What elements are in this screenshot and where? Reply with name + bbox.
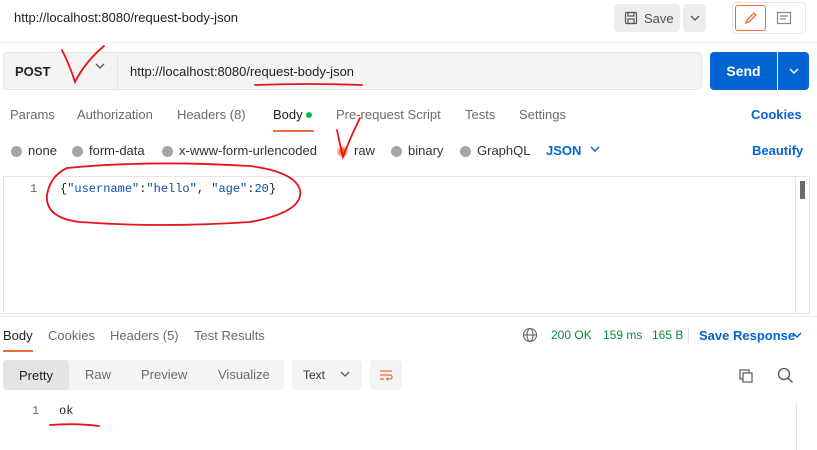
search-icon[interactable] bbox=[777, 367, 794, 384]
active-tab-underline bbox=[3, 350, 33, 352]
wrap-lines-button[interactable] bbox=[370, 360, 402, 390]
request-body-editor[interactable] bbox=[3, 176, 810, 314]
radio-label-raw[interactable]: raw bbox=[354, 143, 375, 158]
tab-tests[interactable]: Tests bbox=[465, 107, 495, 122]
radio-none[interactable] bbox=[11, 146, 22, 157]
save-icon bbox=[624, 11, 638, 25]
radio-graphql[interactable] bbox=[460, 146, 471, 157]
response-line-number: 1 bbox=[32, 404, 40, 418]
radio-raw[interactable] bbox=[337, 146, 348, 157]
editor-scroll-thumb[interactable] bbox=[800, 181, 805, 199]
comment-icon bbox=[776, 11, 791, 25]
json-value-username: "hello" bbox=[146, 182, 197, 196]
tab-body[interactable]: Body bbox=[273, 107, 303, 122]
send-button[interactable]: Send bbox=[710, 52, 777, 90]
method-select[interactable]: POST bbox=[3, 52, 118, 90]
radio-label-none[interactable]: none bbox=[28, 143, 57, 158]
save-button[interactable]: Save bbox=[614, 4, 680, 32]
tab-headers[interactable]: Headers (8) bbox=[177, 107, 246, 122]
response-size[interactable]: 165 B bbox=[652, 328, 683, 342]
method-label: POST bbox=[15, 63, 51, 79]
request-title: http://localhost:8080/request-body-json bbox=[14, 10, 239, 25]
pencil-icon bbox=[744, 12, 757, 25]
radio-form-data[interactable] bbox=[72, 146, 83, 157]
tab-pre-request-script[interactable]: Pre-request Script bbox=[336, 107, 441, 122]
wrap-icon bbox=[380, 370, 393, 381]
divider bbox=[0, 42, 817, 43]
chevron-down-icon bbox=[340, 371, 350, 377]
response-time[interactable]: 159 ms bbox=[603, 328, 642, 342]
send-options-button[interactable] bbox=[778, 52, 809, 90]
tab-settings[interactable]: Settings bbox=[519, 107, 566, 122]
copy-icon[interactable] bbox=[738, 368, 754, 384]
response-format-select[interactable]: Text bbox=[292, 360, 362, 390]
tab-authorization[interactable]: Authorization bbox=[77, 107, 153, 122]
annotation-underline-ok bbox=[49, 423, 100, 427]
divider bbox=[0, 316, 817, 317]
body-indicator-dot bbox=[306, 112, 312, 118]
view-preview[interactable]: Preview bbox=[141, 367, 187, 382]
view-visualize[interactable]: Visualize bbox=[218, 367, 270, 382]
save-options-button[interactable] bbox=[683, 4, 706, 32]
resp-tab-body[interactable]: Body bbox=[3, 328, 33, 343]
json-key-age: "age" bbox=[211, 182, 248, 196]
format-label: Text bbox=[303, 368, 326, 382]
radio-binary[interactable] bbox=[391, 146, 402, 157]
tab-params[interactable]: Params bbox=[10, 107, 55, 122]
url-text: http://localhost:8080/request-body-json bbox=[130, 63, 355, 79]
edit-mode-button[interactable] bbox=[735, 5, 766, 31]
cookies-link[interactable]: Cookies bbox=[751, 107, 802, 122]
radio-urlencoded[interactable] bbox=[162, 146, 173, 157]
chevron-down-icon bbox=[690, 15, 699, 21]
divider bbox=[688, 327, 689, 343]
active-tab-underline bbox=[273, 130, 314, 132]
globe-icon[interactable] bbox=[522, 327, 538, 343]
chevron-down-icon bbox=[792, 332, 802, 338]
radio-label-binary[interactable]: binary bbox=[408, 143, 443, 158]
beautify-link[interactable]: Beautify bbox=[752, 143, 803, 158]
radio-label-graphql[interactable]: GraphQL bbox=[477, 143, 530, 158]
response-scrollbar[interactable] bbox=[796, 403, 797, 450]
resp-tab-test-results[interactable]: Test Results bbox=[194, 328, 265, 343]
response-body-text: ok bbox=[59, 404, 74, 418]
chevron-down-icon bbox=[789, 68, 798, 74]
save-response-button[interactable]: Save Response bbox=[699, 328, 795, 343]
chevron-down-icon bbox=[95, 63, 105, 69]
comments-button[interactable] bbox=[768, 5, 799, 31]
json-value-age: 20 bbox=[254, 182, 269, 196]
format-select-json[interactable]: JSON bbox=[546, 143, 581, 158]
view-raw[interactable]: Raw bbox=[85, 367, 111, 382]
json-close-brace: } bbox=[268, 182, 277, 196]
status-code[interactable]: 200 OK bbox=[551, 328, 592, 342]
json-key-username: "username" bbox=[67, 182, 140, 196]
view-pretty[interactable]: Pretty bbox=[3, 360, 69, 390]
resp-tab-headers[interactable]: Headers (5) bbox=[110, 328, 179, 343]
url-input[interactable]: http://localhost:8080/request-body-json bbox=[118, 52, 702, 90]
radio-label-urlencoded[interactable]: x-www-form-urlencoded bbox=[179, 143, 317, 158]
chevron-down-icon bbox=[590, 146, 600, 152]
editor-code-line[interactable]: {"username":"hello", "age":20} bbox=[60, 182, 276, 196]
json-comma: , bbox=[196, 182, 212, 196]
resp-tab-cookies[interactable]: Cookies bbox=[48, 328, 95, 343]
editor-line-number: 1 bbox=[30, 182, 38, 196]
radio-label-form-data[interactable]: form-data bbox=[89, 143, 145, 158]
save-label: Save bbox=[644, 10, 674, 26]
